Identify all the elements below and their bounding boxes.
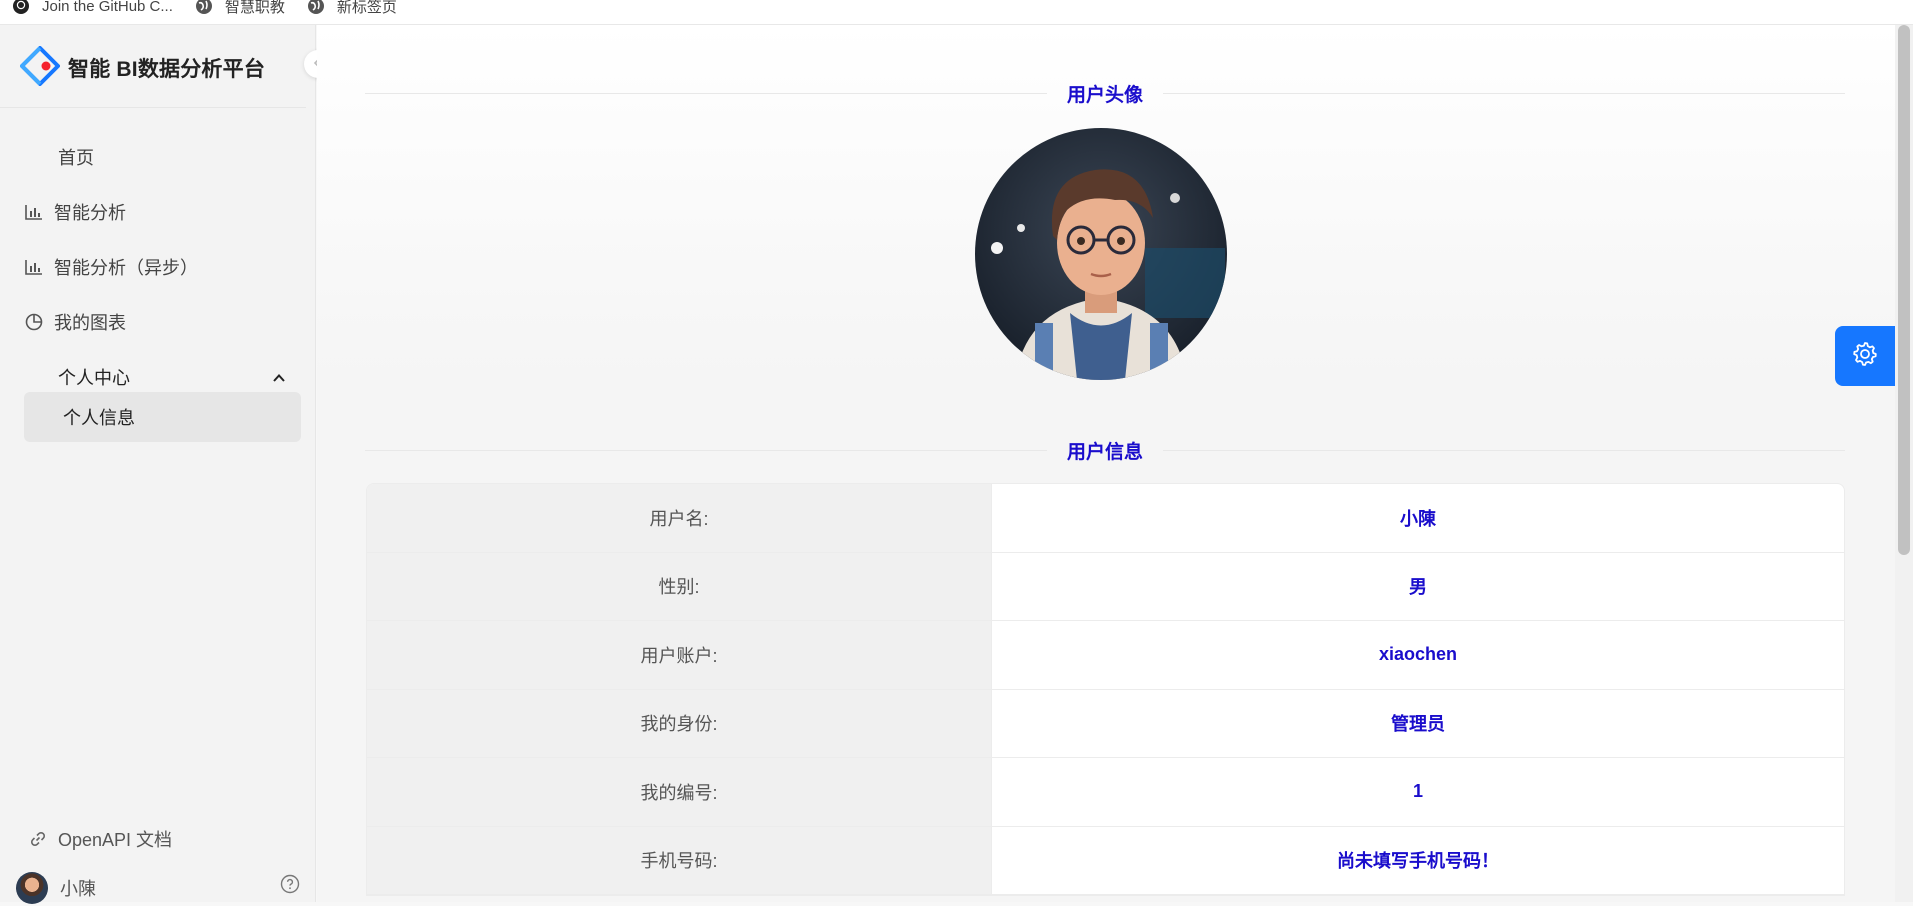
divider — [365, 449, 1047, 451]
sidebar-item-label: 首页 — [58, 148, 94, 168]
table-row: 我的身份: 管理员 — [367, 689, 1844, 758]
gear-icon — [1852, 341, 1878, 372]
main-content: 用户头像 用户信息 用户名: 小陳 性别: 男 用户账户: xiaochen 我… — [317, 25, 1895, 902]
row-label: 性别: — [367, 552, 992, 620]
bar-chart-icon — [24, 202, 44, 222]
divider — [1163, 449, 1846, 451]
link-icon — [30, 831, 46, 847]
user-name: 小陳 — [60, 879, 96, 899]
table-row: 性别: 男 — [367, 552, 1844, 621]
row-value: 小陳 — [1400, 508, 1436, 529]
app-logo[interactable]: 智能 BI数据分析平台 — [20, 45, 300, 91]
sidebar-item-smart-analysis[interactable]: 智能分析 — [24, 190, 300, 234]
bookmark-label: Join the GitHub C... — [42, 0, 173, 15]
bookmark-label: 智慧职教 — [224, 0, 285, 16]
bar-chart-icon — [24, 257, 44, 277]
table-row: 手机号码: 尚未填写手机号码！ — [367, 826, 1844, 895]
github-icon — [12, 0, 30, 15]
app-title: 智能 BI数据分析平台 — [68, 58, 266, 81]
question-circle-icon[interactable] — [280, 874, 300, 899]
scrollbar[interactable] — [1895, 25, 1913, 902]
sidebar-item-label: 个人中心 — [58, 368, 130, 388]
current-user[interactable]: 小陳 — [16, 870, 300, 906]
sidebar-item-smart-analysis-async[interactable]: 智能分析（异步） — [24, 245, 300, 289]
row-value: 男 — [1409, 577, 1427, 598]
divider — [365, 92, 1047, 94]
divider — [0, 107, 306, 108]
table-row: 我的编号: 1 — [367, 758, 1844, 827]
user-info-table: 用户名: 小陳 性别: 男 用户账户: xiaochen 我的身份: 管理员 我… — [366, 483, 1845, 896]
sidebar-item-my-charts[interactable]: 我的图表 — [24, 300, 300, 344]
divider — [1163, 92, 1846, 94]
row-label: 用户名: — [367, 484, 992, 552]
sidebar-item-label: 智能分析 — [54, 203, 126, 223]
row-label: 用户账户: — [367, 621, 992, 689]
row-label: 我的编号: — [367, 758, 992, 826]
bookmark-new-tab[interactable]: 新标签页 — [307, 0, 397, 17]
avatar-section-header: 用户头像 — [365, 78, 1846, 108]
pie-chart-icon — [24, 312, 44, 332]
sidebar-item-personal-info[interactable]: 个人信息 — [24, 392, 301, 442]
bookmark-github[interactable]: Join the GitHub C... — [12, 0, 173, 15]
sidebar-item-label: 智能分析（异步） — [54, 258, 198, 278]
sidebar-item-label: 我的图表 — [54, 313, 126, 333]
info-section-header: 用户信息 — [365, 435, 1846, 465]
user-avatar-large — [975, 128, 1227, 380]
row-label: 我的身份: — [367, 689, 992, 757]
row-label: 手机号码: — [367, 826, 992, 894]
section-title: 用户信息 — [1067, 441, 1144, 463]
scrollbar-thumb[interactable] — [1898, 25, 1910, 555]
bookmark-zhihuizhijiao[interactable]: 智慧职教 — [195, 0, 285, 17]
row-value: 尚未填写手机号码！ — [1337, 851, 1499, 872]
globe-icon — [307, 0, 325, 15]
globe-icon — [195, 0, 213, 15]
section-title: 用户头像 — [1067, 84, 1144, 106]
table-row: 用户账户: xiaochen — [367, 621, 1844, 690]
bookmark-label: 新标签页 — [336, 0, 397, 16]
row-value: xiaochen — [1378, 644, 1458, 665]
openapi-label: OpenAPI 文档 — [58, 830, 173, 850]
chevron-up-icon — [272, 369, 286, 390]
avatar — [16, 872, 48, 904]
sidebar-item-home[interactable]: 首页 — [24, 135, 300, 179]
openapi-docs-link[interactable]: OpenAPI 文档 — [30, 825, 172, 853]
settings-button[interactable] — [1835, 326, 1895, 386]
table-row: 用户名: 小陳 — [367, 484, 1844, 553]
bookmarks-bar: Join the GitHub C... 智慧职教 新标签页 — [0, 0, 1913, 25]
row-value: 管理员 — [1391, 714, 1445, 735]
sidebar: 智能 BI数据分析平台 首页 智能分析 智能分析（异步） 我的图表 个人中心 个… — [0, 25, 316, 904]
row-value: 1 — [1412, 781, 1423, 802]
logo-icon — [20, 45, 60, 91]
sidebar-item-label: 个人信息 — [63, 408, 135, 428]
